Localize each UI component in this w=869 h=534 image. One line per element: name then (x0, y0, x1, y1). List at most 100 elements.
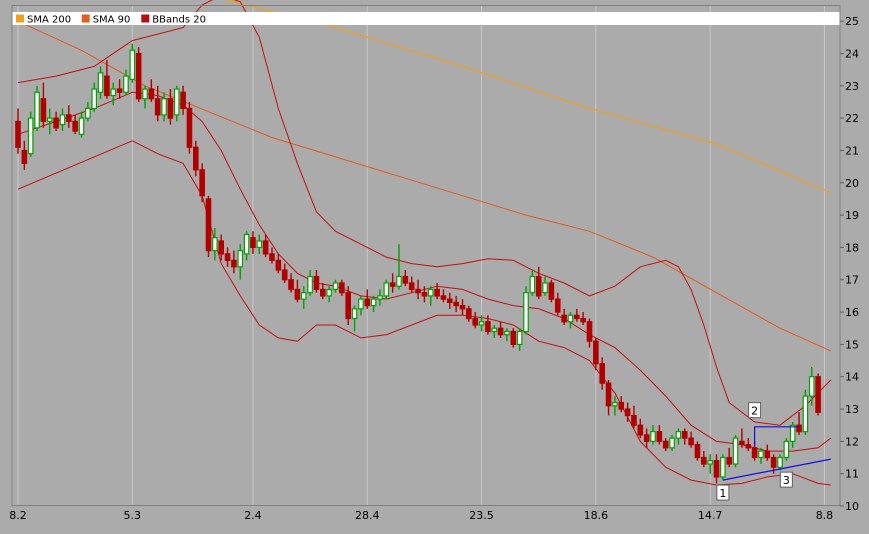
candle-body (440, 295, 447, 300)
candle-body (91, 88, 98, 110)
candle-body (358, 298, 364, 310)
x-tick-label: 14.7 (698, 509, 723, 522)
candle-body (383, 282, 390, 297)
y-tick-label: 20 (845, 177, 859, 190)
candle-body (808, 376, 815, 397)
candle (383, 279, 390, 300)
candle-body (504, 330, 510, 336)
candle-body (180, 91, 186, 110)
candle-body (656, 431, 663, 442)
candle (27, 111, 34, 157)
candle-body (669, 437, 675, 449)
y-tick-label: 25 (845, 15, 859, 28)
x-tick-label: 28.4 (355, 509, 380, 522)
candle-body (275, 259, 282, 271)
candle (694, 441, 701, 461)
y-tick-label: 10 (845, 500, 859, 513)
candle-body (662, 440, 669, 449)
candle-body (516, 330, 523, 345)
candle-body (478, 321, 485, 326)
candle-body (320, 288, 326, 297)
candle (523, 286, 529, 335)
candle-body (288, 279, 294, 291)
candle-body (370, 298, 377, 307)
candle-body (745, 443, 752, 449)
x-tick-label: 18.6 (584, 509, 609, 522)
candle (135, 47, 142, 102)
candle-body (707, 460, 713, 465)
candle (732, 434, 739, 468)
candle-body (250, 237, 256, 249)
candle-body (15, 120, 21, 148)
candle-body (751, 447, 758, 459)
candle-body (434, 288, 440, 297)
candle-body (694, 443, 701, 459)
candle-body (408, 282, 415, 291)
y-tick-label: 15 (845, 338, 859, 351)
candle-body (256, 240, 263, 249)
candle-body (427, 288, 434, 297)
candle-body (34, 91, 40, 129)
candle-body (643, 434, 650, 442)
legend-bar (12, 12, 840, 25)
y-tick-label: 14 (845, 371, 859, 384)
candle-body (116, 88, 123, 93)
candle-body (612, 401, 618, 407)
candle-body (161, 98, 167, 116)
candle-body (243, 233, 250, 255)
candle-body (688, 437, 694, 446)
candle-body (472, 317, 479, 326)
candle-body (789, 424, 796, 442)
candle-body (777, 456, 783, 468)
candle-body (675, 431, 682, 439)
candle (548, 279, 555, 303)
legend-label: SMA 90 (93, 15, 131, 26)
candle-body (548, 282, 555, 300)
candle-body (605, 382, 612, 407)
candle-body (510, 330, 517, 345)
candle (720, 454, 726, 481)
annotation-label: 3 (783, 474, 790, 487)
candle-body (713, 460, 720, 478)
candle-body (326, 288, 332, 297)
candle-body (802, 395, 809, 433)
candle (815, 373, 821, 416)
candle-body (783, 440, 790, 459)
legend-label: BBands 20 (152, 15, 206, 26)
candle-body (129, 49, 136, 80)
candle-body (535, 275, 542, 297)
candle (802, 389, 809, 435)
y-tick-label: 17 (845, 274, 859, 287)
candle-body (72, 120, 78, 132)
candle-body (78, 117, 85, 135)
candle (205, 195, 212, 258)
candle-body (135, 52, 142, 100)
candle-body (599, 363, 606, 384)
legend: SMA 200 SMA 90 BBands 20 (16, 14, 206, 26)
candle-body (332, 282, 339, 291)
candle-body (554, 298, 561, 313)
candle-body (618, 401, 625, 410)
candle-body (726, 456, 733, 465)
candle-body (237, 250, 244, 268)
x-tick-label: 5.3 (124, 509, 142, 522)
legend-label: SMA 200 (27, 15, 71, 26)
candle-body (104, 75, 110, 97)
y-tick-label: 21 (845, 144, 859, 157)
candle-body (650, 431, 656, 442)
legend-swatch (141, 14, 150, 23)
candle-body (199, 169, 205, 197)
candle-body (529, 275, 536, 294)
candle-body (307, 275, 313, 294)
candle-body (796, 424, 802, 433)
candle-body (212, 237, 218, 252)
candle-body (154, 98, 161, 116)
candle-body (27, 117, 34, 155)
candle-body (396, 275, 402, 287)
candle-body (453, 301, 459, 307)
candle-body (339, 282, 345, 294)
candle-body (764, 450, 771, 459)
candle-body (313, 275, 320, 291)
candle-body (402, 275, 409, 284)
candle-body (567, 314, 574, 323)
